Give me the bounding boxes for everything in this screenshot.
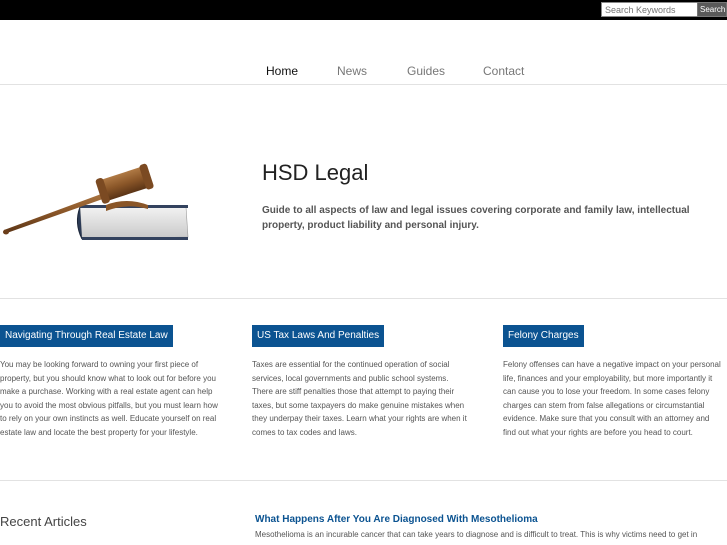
recent-articles-heading: Recent Articles — [0, 514, 87, 529]
felony-charges-text: Felony offenses can have a negative impa… — [503, 360, 721, 437]
felony-charges-button[interactable]: Felony Charges — [503, 325, 584, 347]
nav-divider — [0, 84, 727, 85]
search-button[interactable]: Search — [697, 2, 727, 17]
site-title: HSD Legal — [262, 160, 369, 185]
nav-contact[interactable]: Contact — [483, 64, 524, 78]
nav-news[interactable]: News — [337, 64, 367, 78]
columns-divider — [0, 480, 727, 481]
article-link[interactable]: What Happens After You Are Diagnosed Wit… — [255, 514, 538, 525]
gavel-icon — [3, 163, 189, 240]
nav-home[interactable]: Home — [266, 64, 298, 78]
search-input[interactable] — [601, 2, 701, 17]
main-nav: Home News Guides Contact — [0, 64, 727, 84]
real-estate-law-text: You may be looking forward to owning you… — [0, 360, 218, 437]
article-excerpt: Mesothelioma is an incurable cancer that… — [255, 530, 698, 539]
tax-laws-button[interactable]: US Tax Laws And Penalties — [252, 325, 385, 347]
site-description: Guide to all aspects of law and legal is… — [262, 205, 690, 231]
hero-divider — [0, 298, 727, 299]
real-estate-law-button[interactable]: Navigating Through Real Estate Law — [0, 325, 173, 347]
nav-guides[interactable]: Guides — [407, 64, 445, 78]
tax-laws-text: Taxes are essential for the continued op… — [252, 360, 467, 437]
